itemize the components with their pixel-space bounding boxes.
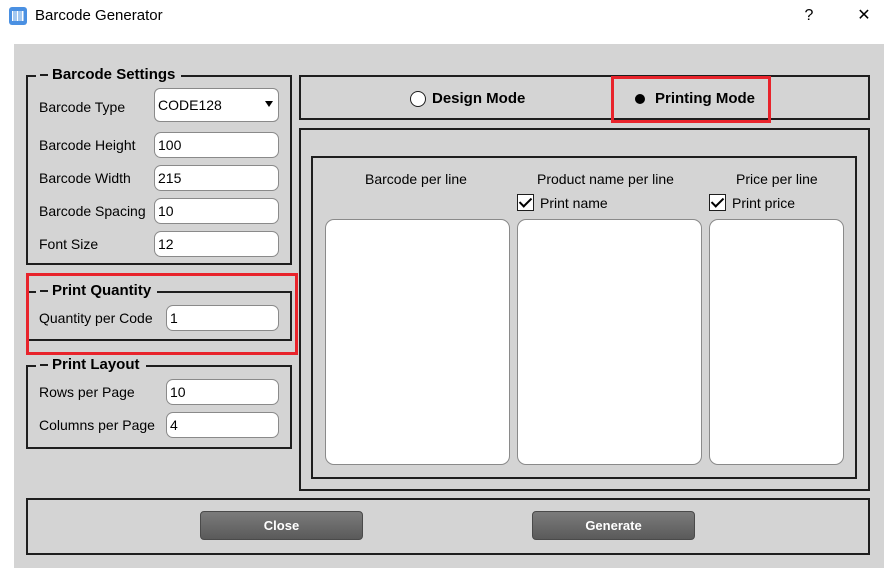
barcode-height-label: Barcode Height [39,137,136,153]
title-bar: Barcode Generator ? ✕ [0,0,884,34]
print-price-label: Print price [732,194,796,211]
columns-per-page-input[interactable] [166,412,279,438]
barcode-spacing-input[interactable] [154,198,279,224]
price-per-line-list[interactable] [709,219,844,465]
radio-selected-icon [635,93,645,104]
chevron-down-icon [265,101,273,107]
action-bar [26,498,870,555]
quantity-per-code-label: Quantity per Code [39,310,153,326]
window-close-button[interactable]: ✕ [841,0,884,32]
print-name-checkbox[interactable]: Print name [517,194,608,211]
columns-per-page-label: Columns per Page [39,417,155,433]
barcode-per-line-header: Barcode per line [365,171,467,187]
dialog-client-area: Barcode Settings Barcode Type CODE128 Ba… [14,44,884,568]
print-quantity-legend: Print Quantity [36,282,158,300]
barcode-settings-legend: Barcode Settings [36,66,182,84]
close-button[interactable]: Close [200,511,363,540]
print-name-label: Print name [540,194,608,211]
design-mode-radio[interactable]: Design Mode [410,90,525,107]
barcode-width-label: Barcode Width [39,170,131,186]
barcode-per-line-list[interactable] [325,219,510,465]
checkmark-icon [709,194,726,211]
barcode-width-input[interactable] [154,165,279,191]
rows-per-page-label: Rows per Page [39,384,135,400]
generate-button[interactable]: Generate [532,511,695,540]
rows-per-page-input[interactable] [166,379,279,405]
barcode-type-label: Barcode Type [39,99,126,115]
barcode-spacing-label: Barcode Spacing [39,203,146,219]
quantity-per-code-input[interactable] [166,305,279,331]
radio-unselected-icon [410,90,426,107]
price-per-line-header: Price per line [736,171,818,187]
barcode-app-icon [9,7,27,25]
design-mode-label: Design Mode [432,90,526,107]
barcode-type-select[interactable]: CODE128 [154,88,279,122]
font-size-label: Font Size [39,236,99,252]
barcode-type-value: CODE128 [158,97,222,113]
help-button[interactable]: ? [786,0,832,32]
print-price-checkbox[interactable]: Print price [709,194,795,211]
product-name-per-line-header: Product name per line [537,171,674,187]
mode-selector-panel [299,75,870,120]
product-name-per-line-list[interactable] [517,219,702,465]
printing-mode-label: Printing Mode [655,90,755,107]
printing-mode-radio[interactable]: Printing Mode [635,90,755,107]
barcode-height-input[interactable] [154,132,279,158]
checkmark-icon [517,194,534,211]
print-layout-legend: Print Layout [36,356,146,374]
window-title: Barcode Generator [35,7,163,24]
font-size-input[interactable] [154,231,279,257]
